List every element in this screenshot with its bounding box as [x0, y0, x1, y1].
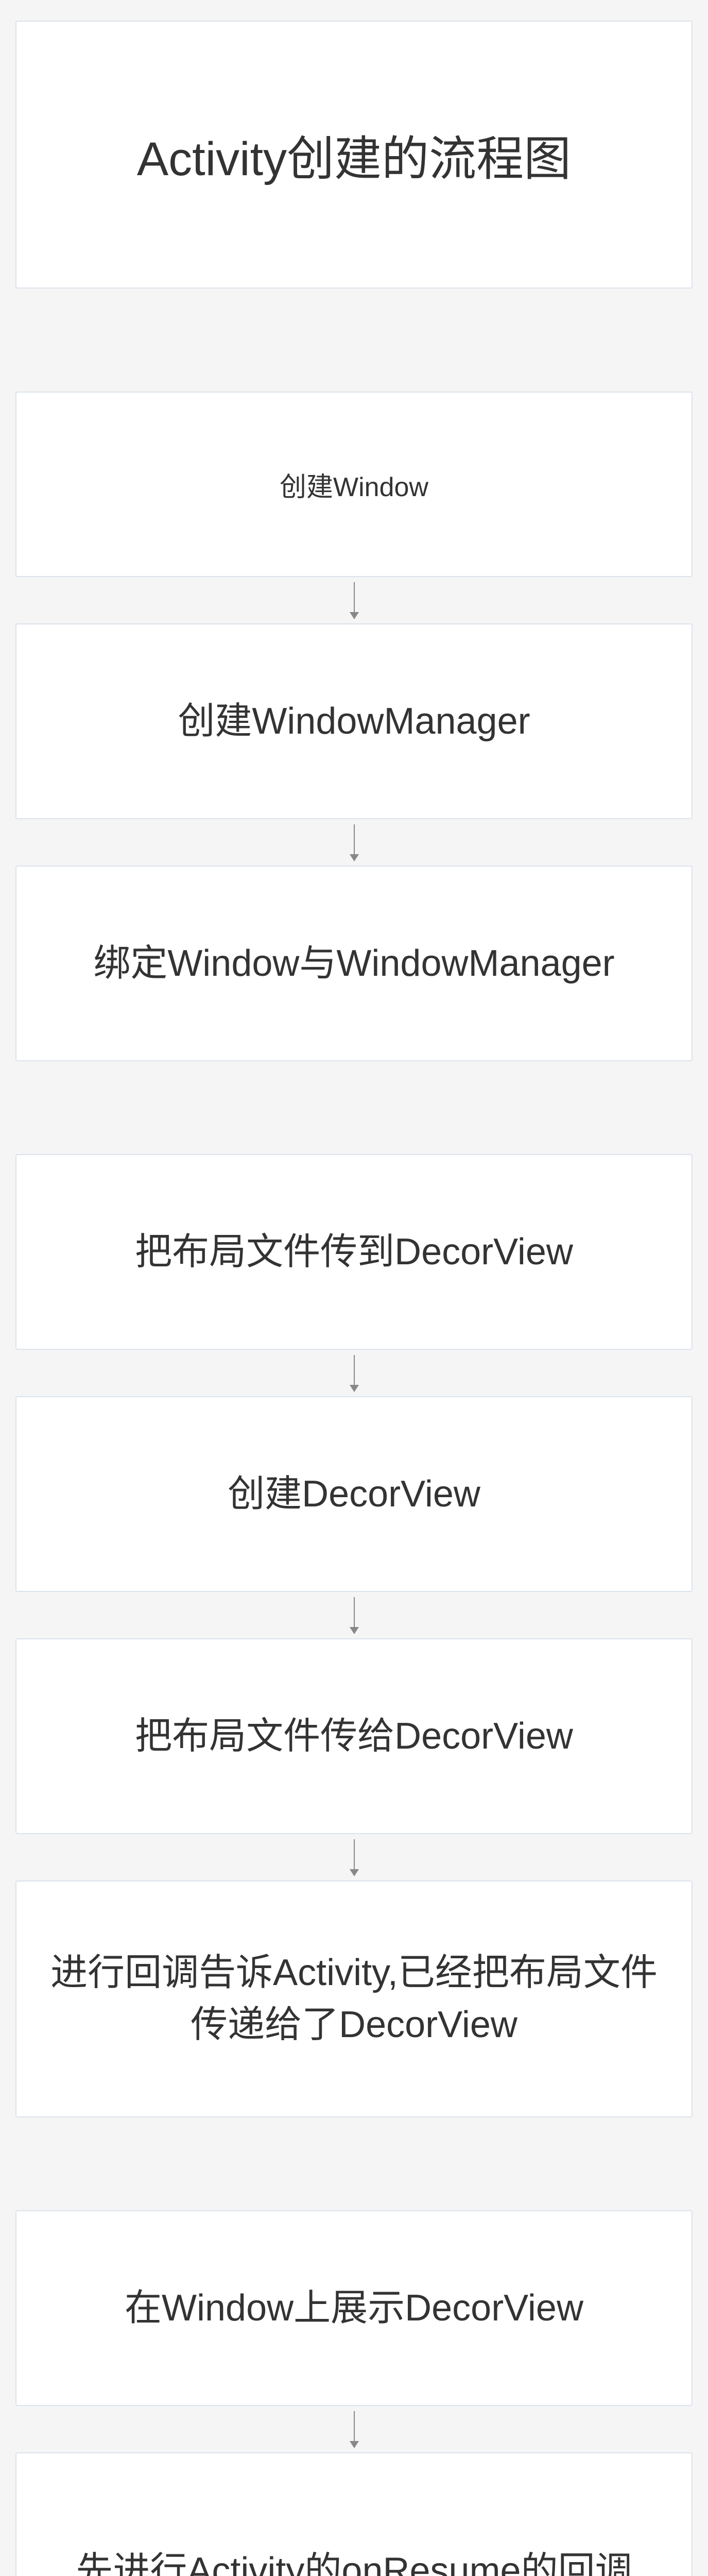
arrow-connector — [15, 577, 693, 623]
gap — [15, 2117, 693, 2210]
gap — [15, 1061, 693, 1154]
gap — [15, 289, 693, 392]
step-box: 在Window上展示DecorView — [15, 2210, 693, 2406]
step-box: 把布局文件传给DecorView — [15, 1638, 693, 1834]
arrow-connector — [15, 1834, 693, 1880]
step-text: 把布局文件传给DecorView — [135, 1710, 573, 1762]
step-text: 把布局文件传到DecorView — [135, 1226, 573, 1278]
arrow-connector — [15, 819, 693, 866]
step-text: 在Window上展示DecorView — [125, 2282, 583, 2334]
step-box: 把布局文件传到DecorView — [15, 1154, 693, 1350]
step-box: 创建WindowManager — [15, 623, 693, 819]
step-text: 进行回调告诉Activity,已经把布局文件传递给了DecorView — [47, 1947, 661, 2051]
arrow-connector — [15, 1350, 693, 1396]
title-text: Activity创建的流程图 — [137, 121, 571, 189]
title-box: Activity创建的流程图 — [15, 21, 693, 289]
group-header-box: 创建Window — [15, 392, 693, 577]
step-box: 进行回调告诉Activity,已经把布局文件传递给了DecorView — [15, 1880, 693, 2117]
step-text: 先进行Activity的onResume的回调 — [76, 2545, 632, 2576]
flowchart-diagram: Activity创建的流程图 创建Window 创建WindowManager … — [0, 0, 708, 2576]
step-text: 创建WindowManager — [178, 696, 530, 748]
step-box: 绑定Window与WindowManager — [15, 866, 693, 1061]
arrow-connector — [15, 1592, 693, 1638]
step-text: 绑定Window与WindowManager — [93, 938, 614, 990]
step-box: 先进行Activity的onResume的回调 — [15, 2452, 693, 2576]
step-text: 创建DecorView — [228, 1468, 480, 1520]
group-header-text: 创建Window — [280, 465, 428, 504]
arrow-connector — [15, 2406, 693, 2452]
step-box: 创建DecorView — [15, 1396, 693, 1592]
